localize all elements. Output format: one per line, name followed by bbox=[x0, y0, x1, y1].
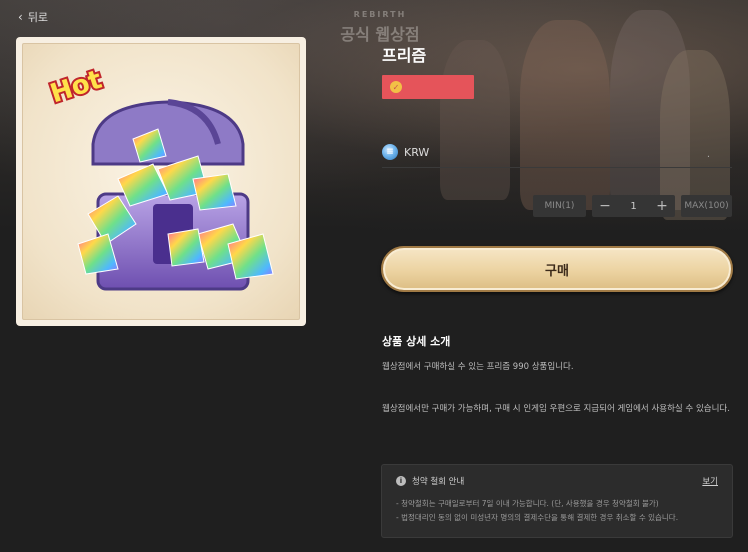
logo-subtitle: REBIRTH bbox=[353, 10, 407, 19]
details-heading: 상품 상세 소개 bbox=[382, 335, 451, 348]
chevron-left-icon: ‹ bbox=[18, 10, 23, 24]
notice-item: - 법정대리인 동의 없이 미성년자 명의의 결제수단을 통해 결제한 경우 취… bbox=[396, 513, 679, 522]
verified-seal-icon: ✓ bbox=[390, 81, 402, 93]
increase-button[interactable]: + bbox=[655, 198, 669, 214]
back-label: 뒤로 bbox=[27, 11, 49, 24]
currency-coin-icon: ≡ bbox=[382, 144, 398, 160]
prism-chest-image bbox=[77, 99, 274, 291]
notice-item: - 청약철회는 구매일로부터 7일 이내 가능합니다. (단, 사용했을 경우 … bbox=[396, 499, 659, 508]
decrease-button[interactable]: − bbox=[598, 198, 612, 214]
game-logo: REBIRTH 공식 웹상점 bbox=[320, 10, 440, 45]
buy-button[interactable]: 구매 bbox=[381, 246, 733, 292]
product-title: 프리즘 bbox=[382, 46, 427, 65]
product-tag: ✓ bbox=[382, 75, 474, 99]
notice-view-link[interactable]: 보기 bbox=[702, 475, 718, 487]
details-line-2: 웹상점에서만 구매가 가능하며, 구매 시 인게임 우편으로 지급되어 게임에서… bbox=[382, 404, 730, 414]
notice-title: 청약 철회 안내 bbox=[412, 477, 465, 487]
back-button[interactable]: ‹ 뒤로 bbox=[18, 9, 48, 25]
product-image-card: Hot bbox=[16, 37, 306, 326]
notice-list: - 청약철회는 구매일로부터 7일 이내 가능합니다. (단, 사용했을 경우 … bbox=[396, 497, 718, 525]
quantity-value[interactable]: 1 bbox=[630, 201, 636, 212]
min-quantity-button[interactable]: MIN(1) bbox=[533, 195, 586, 217]
info-icon: i bbox=[396, 476, 406, 486]
details-line-1: 웹상점에서 구매하실 수 있는 프리즘 990 상품입니다. bbox=[382, 362, 574, 372]
refund-notice-box: i 청약 철회 안내 보기 - 청약철회는 구매일로부터 7일 이내 가능합니다… bbox=[381, 464, 733, 538]
max-quantity-button[interactable]: MAX(100) bbox=[681, 195, 732, 217]
price-row: ≡ KRW . bbox=[382, 137, 732, 168]
currency-label: KRW bbox=[404, 145, 430, 159]
notice-header: i 청약 철회 안내 bbox=[396, 475, 718, 487]
price-value: . bbox=[706, 149, 710, 160]
product-image-frame: Hot bbox=[22, 43, 300, 320]
quantity-stepper[interactable]: − 1 + bbox=[592, 195, 675, 217]
buy-button-label: 구매 bbox=[545, 263, 569, 279]
